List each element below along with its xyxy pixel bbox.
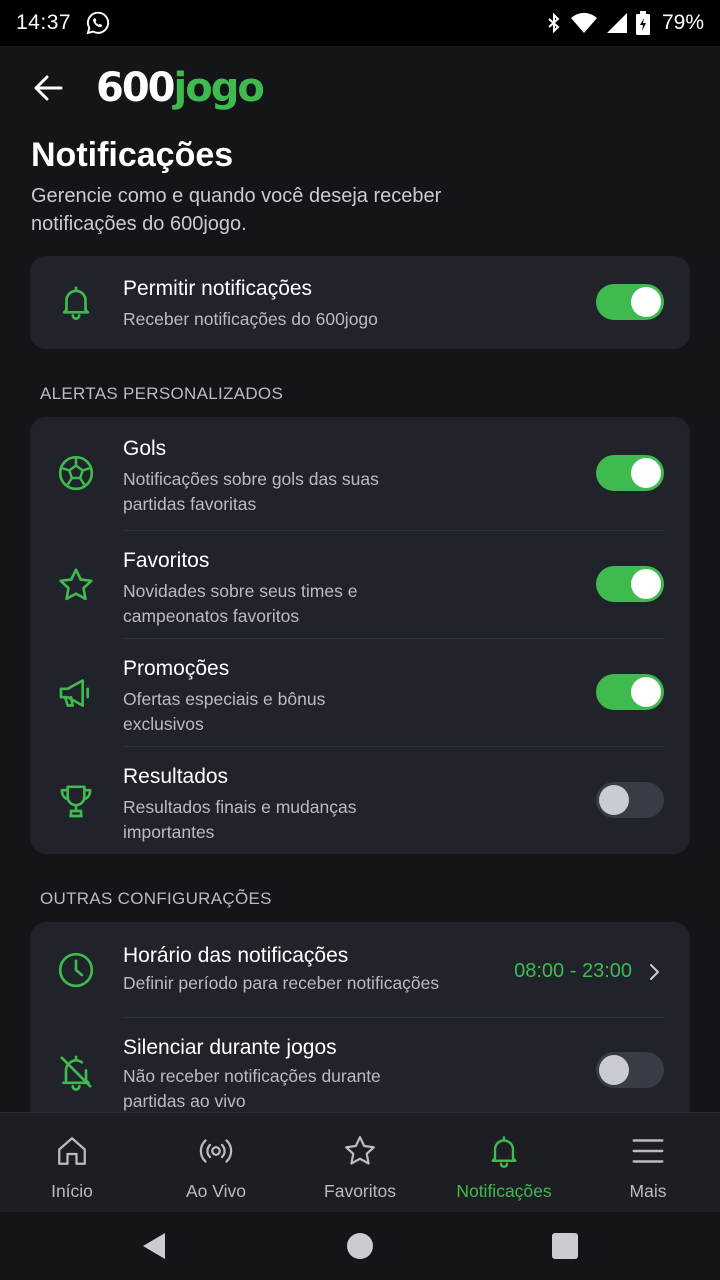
nav-label: Início — [51, 1181, 93, 1201]
bell-icon — [56, 282, 96, 322]
master-notification-card: Permitir notificações Receber notificaçõ… — [30, 256, 690, 349]
other-settings-card: Horário das notificações Definir período… — [30, 922, 690, 1132]
soccer-ball-icon — [56, 453, 96, 493]
battery-icon — [635, 11, 650, 35]
nav-item-mais[interactable]: Mais — [576, 1113, 720, 1212]
logo-number: 600 — [96, 65, 175, 111]
alert-row-favoritos: Favoritos Novidades sobre seus times e c… — [30, 531, 690, 638]
signal-icon — [606, 13, 627, 33]
system-home-button[interactable] — [340, 1226, 380, 1266]
megaphone-icon — [56, 673, 96, 713]
nav-label: Notificações — [456, 1181, 552, 1201]
page-description: Gerencie como e quando você deseja receb… — [31, 185, 442, 235]
app-logo: 600 jogo — [96, 65, 265, 111]
master-toggle[interactable] — [596, 284, 664, 320]
nav-item-notificacoes[interactable]: Notificações — [432, 1113, 576, 1212]
trophy-icon — [56, 781, 96, 821]
master-title: Permitir notificações — [123, 277, 313, 300]
bell-icon — [491, 1136, 517, 1168]
menu-icon — [632, 1139, 664, 1163]
master-subtitle: Receber notificações do 600jogo — [123, 309, 378, 329]
alert-title: Resultados — [123, 765, 229, 788]
mute-title: Silenciar durante jogos — [123, 1036, 337, 1059]
section-label-alerts: ALERTAS PERSONALIZADOS — [40, 384, 284, 403]
whatsapp-icon — [86, 11, 110, 35]
status-icons: 79% — [546, 11, 704, 35]
logo-word: jogo — [173, 65, 265, 111]
live-icon — [199, 1139, 233, 1163]
toggle-promocoes[interactable] — [596, 674, 664, 710]
home-icon — [58, 1137, 86, 1165]
alert-row-promocoes: Promoções Ofertas especiais e bônus excl… — [30, 639, 690, 746]
nav-item-inicio[interactable]: Início — [0, 1113, 144, 1212]
nav-label: Mais — [629, 1181, 667, 1201]
nav-label: Favoritos — [324, 1181, 396, 1201]
square-recents-icon — [552, 1233, 578, 1259]
system-recents-button[interactable] — [545, 1226, 585, 1266]
alert-row-resultados: Resultados Resultados finais e mudanças … — [30, 747, 690, 854]
section-label-other: OUTRAS CONFIGURAÇÕES — [40, 889, 272, 908]
alert-subtitle: Resultados finais e mudanças importantes — [123, 797, 357, 842]
top-bar: 600 jogo — [0, 46, 720, 130]
alert-row-gols: Gols Notificações sobre gols das suas pa… — [30, 417, 690, 530]
alert-subtitle: Ofertas especiais e bônus exclusivos — [123, 689, 326, 734]
system-back-button[interactable] — [134, 1226, 174, 1266]
alert-title: Promoções — [123, 657, 230, 680]
nav-label: Ao Vivo — [186, 1181, 246, 1201]
alert-subtitle: Novidades sobre seus times e campeonatos… — [123, 581, 358, 626]
status-time: 14:37 — [16, 11, 72, 34]
master-notification-row: Permitir notificações Receber notificaçõ… — [30, 256, 690, 349]
system-nav-bar — [0, 1212, 720, 1280]
back-button[interactable] — [0, 46, 96, 130]
mute-subtitle: Não receber notificações durante partida… — [123, 1066, 381, 1111]
bluetooth-icon — [548, 13, 560, 33]
battery-percent: 79% — [661, 11, 704, 34]
star-icon — [56, 565, 96, 605]
page-title: Notificações — [31, 136, 234, 174]
nav-item-ao-vivo[interactable]: Ao Vivo — [144, 1113, 288, 1212]
wifi-icon — [570, 12, 597, 33]
chevron-right-icon — [650, 964, 659, 980]
toggle-gols[interactable] — [596, 455, 664, 491]
status-bar: 14:37 79% — [0, 0, 720, 46]
bottom-nav: Início Ao Vivo Favoritos Notificações Ma… — [0, 1112, 720, 1212]
alert-title: Gols — [123, 437, 167, 460]
toggle-mute-during-games[interactable] — [596, 1052, 664, 1088]
alert-title: Favoritos — [123, 549, 210, 572]
bell-off-icon — [56, 1052, 96, 1092]
schedule-value: 08:00 - 23:00 — [514, 960, 632, 982]
alerts-card: Gols Notificações sobre gols das suas pa… — [30, 417, 690, 854]
schedule-title: Horário das notificações — [123, 944, 349, 967]
schedule-subtitle: Definir período para receber notificaçõe… — [123, 973, 440, 993]
arrow-left-icon — [34, 75, 63, 101]
nav-item-favoritos[interactable]: Favoritos — [288, 1113, 432, 1212]
clock-icon — [56, 950, 96, 990]
alert-subtitle: Notificações sobre gols das suas partida… — [123, 469, 379, 514]
screen: 14:37 79% 600 jogo Notificações Gerencie… — [0, 0, 720, 1280]
toggle-favoritos[interactable] — [596, 566, 664, 602]
toggle-resultados[interactable] — [596, 782, 664, 818]
circle-home-icon — [347, 1233, 373, 1259]
schedule-row[interactable]: Horário das notificações Definir período… — [30, 922, 690, 1017]
star-icon — [345, 1136, 375, 1165]
triangle-back-icon — [143, 1233, 165, 1259]
